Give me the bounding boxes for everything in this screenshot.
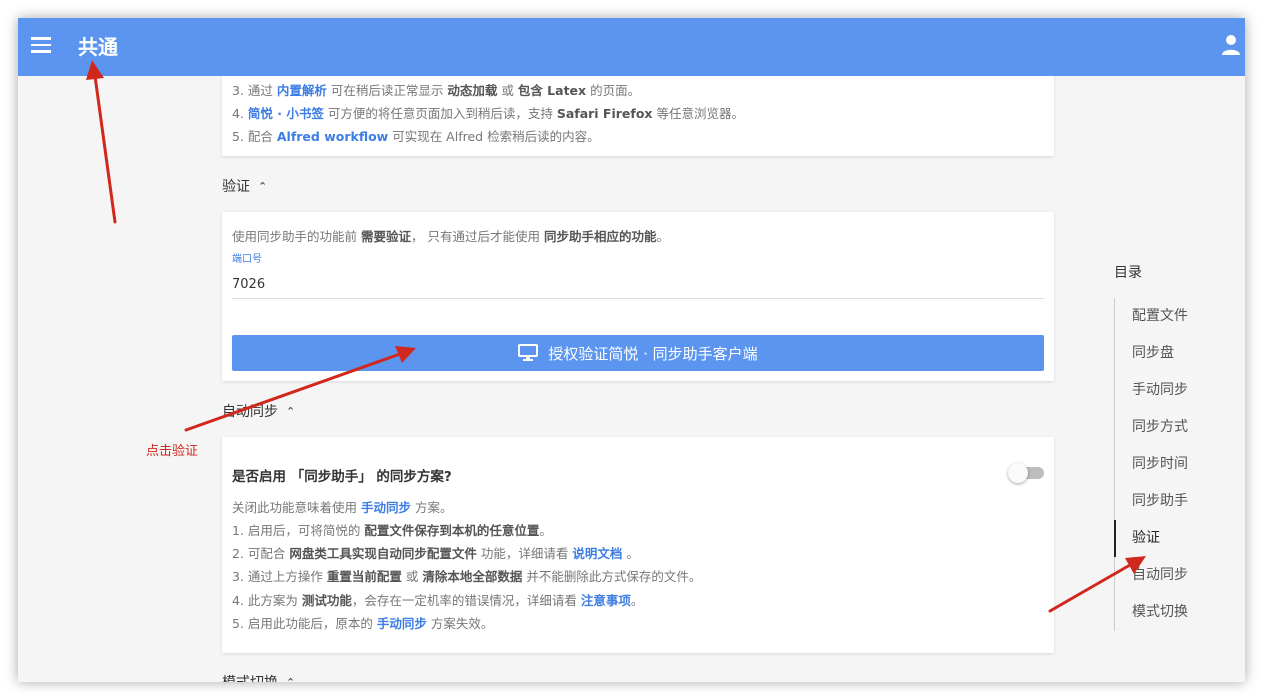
sync-line-3: 3. 通过上方操作 重置当前配置 或 清除本地全部数据 并不能删除此方式保存的文… — [232, 569, 702, 584]
chevron-up-icon: ⌃ — [286, 675, 296, 683]
auth-section-title: 验证 — [222, 179, 250, 195]
auth-card: 使用同步助手的功能前 需要验证， 只有通过后才能使用 同步助手相应的功能。 端口… — [222, 212, 1054, 381]
auto-sync-card: 是否启用 「同步助手」 的同步方案? 关闭此功能意味着使用 手动同步 方案。 1… — [222, 437, 1054, 653]
auth-description: 使用同步助手的功能前 需要验证， 只有通过后才能使用 同步助手相应的功能。 — [232, 229, 669, 244]
intro-line-5: 5. 配合 Alfred workflow 可实现在 Alfred 检索稍后读的… — [232, 129, 600, 144]
toc-item-active[interactable]: 验证 — [1114, 520, 1205, 557]
toc-item[interactable]: 配置文件 — [1115, 298, 1205, 335]
main-content: 3. 通过 内置解析 可在稍后读正常显示 动态加载 或 包含 Latex 的页面… — [222, 18, 1054, 682]
sync-line-1: 1. 启用后，可将简悦的 配置文件保存到本机的任意位置。 — [232, 523, 552, 538]
account-icon[interactable] — [1221, 34, 1241, 56]
toc-item[interactable]: 模式切换 — [1115, 594, 1205, 631]
toc-item[interactable]: 自动同步 — [1115, 557, 1205, 594]
auth-section-header[interactable]: 验证 ⌃ — [222, 176, 267, 196]
intro-line-4: 4. 简悦 · 小书签 可方便的将任意页面加入到稍后读，支持 Safari Fi… — [232, 106, 744, 121]
sync-line-2: 2. 可配合 网盘类工具实现自动同步配置文件 功能，详细请看 说明文档 。 — [232, 546, 639, 561]
auto-sync-section-title: 自动同步 — [222, 404, 278, 420]
notes-link[interactable]: 注意事项 — [581, 593, 631, 608]
authorize-button[interactable]: 授权验证简悦 · 同步助手客户端 — [232, 335, 1044, 371]
toc-title: 目录 — [1114, 265, 1142, 281]
sync-question: 是否启用 「同步助手」 的同步方案? — [232, 469, 452, 485]
authorize-button-label: 授权验证简悦 · 同步助手客户端 — [548, 344, 758, 363]
sync-toggle[interactable] — [1008, 463, 1044, 483]
toc-item[interactable]: 同步盘 — [1115, 335, 1205, 372]
bookmarklet-link[interactable]: 简悦 · 小书签 — [248, 106, 324, 121]
manual-sync-link[interactable]: 手动同步 — [377, 616, 427, 631]
port-input[interactable] — [232, 270, 1044, 299]
auto-sync-section-header[interactable]: 自动同步 ⌃ — [222, 401, 295, 421]
mode-switch-section-title: 模式切换 — [222, 672, 278, 682]
chevron-up-icon: ⌃ — [258, 179, 268, 193]
annotation-text: 点击验证 — [146, 444, 199, 459]
page-title: 共通 — [78, 35, 118, 59]
manual-sync-link[interactable]: 手动同步 — [361, 500, 411, 515]
app-window: 共通 3. 通过 内置解析 可在稍后读正常显示 动态加载 或 包含 Latex … — [18, 18, 1245, 682]
app-bar: 共通 — [18, 18, 1245, 76]
mode-switch-section-header[interactable]: 模式切换 ⌃ — [222, 672, 295, 682]
sync-line-0: 关闭此功能意味着使用 手动同步 方案。 — [232, 500, 453, 515]
internal-parse-link[interactable]: 内置解析 — [277, 83, 327, 98]
intro-line-3: 3. 通过 内置解析 可在稍后读正常显示 动态加载 或 包含 Latex 的页面… — [232, 83, 641, 98]
menu-icon[interactable] — [31, 37, 51, 53]
docs-link[interactable]: 说明文档 — [572, 546, 622, 561]
sync-line-5: 5. 启用此功能后，原本的 手动同步 方案失效。 — [232, 616, 494, 631]
toc-list: 配置文件 同步盘 手动同步 同步方式 同步时间 同步助手 验证 自动同步 模式切… — [1114, 298, 1205, 631]
toc-item[interactable]: 同步时间 — [1115, 446, 1205, 483]
sync-line-4: 4. 此方案为 测试功能，会存在一定机率的错误情况，详细请看 注意事项。 — [232, 593, 644, 608]
port-label: 端口号 — [232, 254, 262, 265]
toc-item[interactable]: 手动同步 — [1115, 372, 1205, 409]
toc-item[interactable]: 同步助手 — [1115, 483, 1205, 520]
toc-item[interactable]: 同步方式 — [1115, 409, 1205, 446]
alfred-workflow-link[interactable]: Alfred workflow — [277, 129, 388, 144]
monitor-icon — [518, 344, 539, 361]
chevron-up-icon: ⌃ — [286, 404, 296, 418]
